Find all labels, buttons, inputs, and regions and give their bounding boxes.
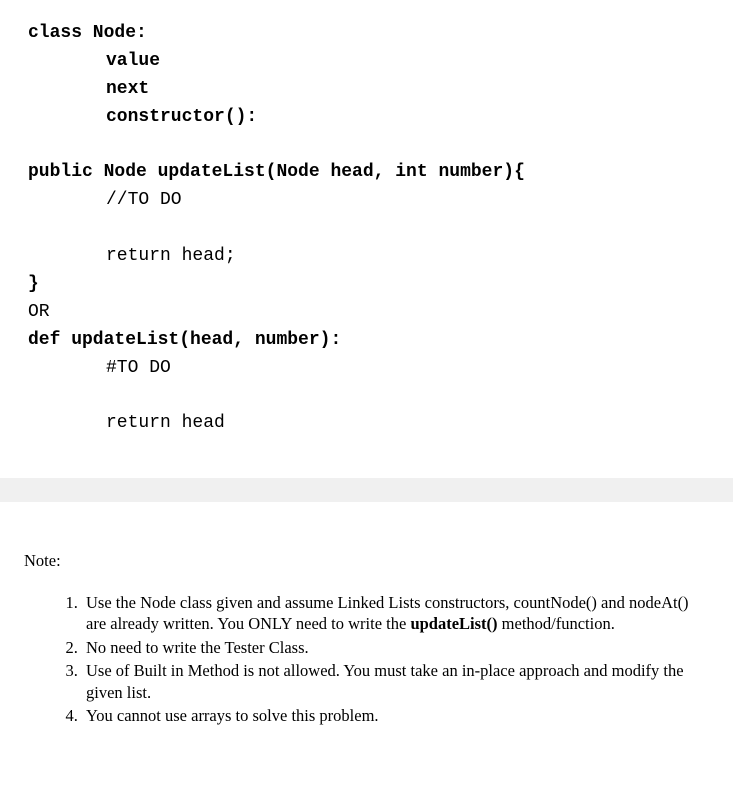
code-line: class Node: — [28, 20, 705, 48]
note-text: Use of Built in Method is not allowed. Y… — [86, 661, 684, 701]
code-line: #TO DO — [28, 355, 705, 383]
code-line: value — [28, 48, 705, 76]
section-divider — [0, 478, 733, 502]
note-label: Note: — [24, 550, 705, 571]
blank-line — [28, 132, 705, 160]
note-text: method/function. — [498, 614, 615, 633]
note-text: You cannot use arrays to solve this prob… — [86, 706, 379, 725]
code-block: class Node: value next constructor(): pu… — [0, 0, 733, 478]
code-line: public Node updateList(Node head, int nu… — [28, 159, 705, 187]
code-line: return head — [28, 410, 705, 438]
note-block: Note: Use the Node class given and assum… — [0, 502, 733, 752]
code-line: constructor(): — [28, 104, 705, 132]
note-item: You cannot use arrays to solve this prob… — [82, 705, 705, 726]
note-list: Use the Node class given and assume Link… — [24, 592, 705, 727]
code-line: next — [28, 76, 705, 104]
code-line: OR — [28, 299, 705, 327]
note-bold-text: updateList() — [410, 614, 497, 633]
blank-line — [28, 215, 705, 243]
note-item: Use of Built in Method is not allowed. Y… — [82, 660, 705, 703]
code-line: return head; — [28, 243, 705, 271]
code-line: } — [28, 271, 705, 299]
code-line: def updateList(head, number): — [28, 327, 705, 355]
note-item: Use the Node class given and assume Link… — [82, 592, 705, 635]
note-item: No need to write the Tester Class. — [82, 637, 705, 658]
blank-line — [28, 383, 705, 411]
note-text: No need to write the Tester Class. — [86, 638, 309, 657]
code-line: //TO DO — [28, 187, 705, 215]
